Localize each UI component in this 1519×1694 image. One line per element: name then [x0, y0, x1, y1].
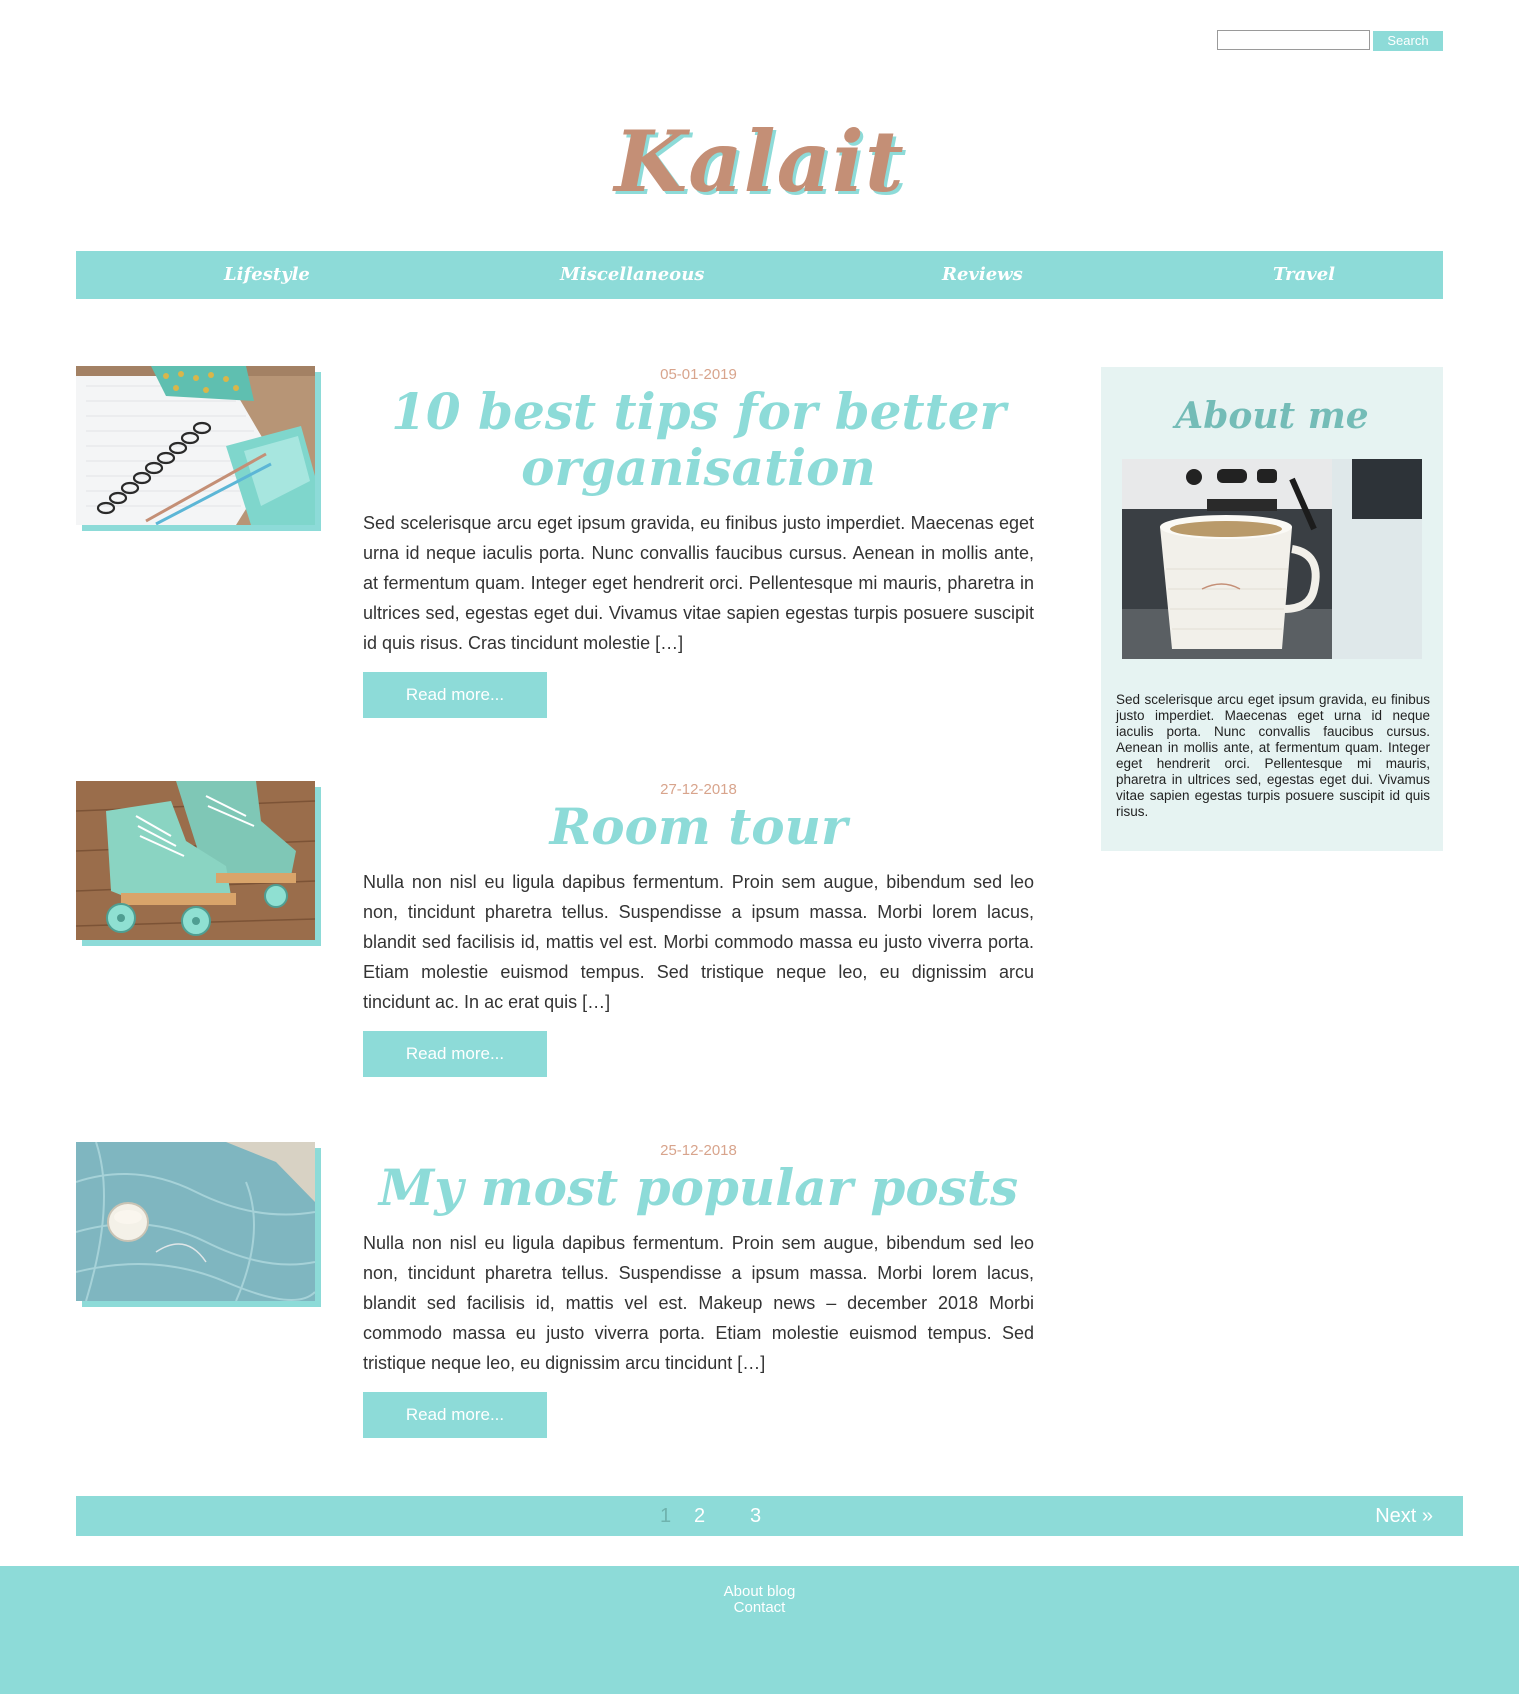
notebook-image[interactable] [76, 366, 315, 525]
nav-item-travel[interactable]: Travel [1273, 251, 1335, 299]
search-button[interactable]: Search [1373, 31, 1443, 51]
post-title[interactable]: Room tour [363, 799, 1034, 855]
post-thumbnail[interactable] [76, 1142, 321, 1307]
site-logo[interactable]: Kalait [0, 112, 1519, 211]
page-3-link[interactable]: 3 [750, 1496, 761, 1536]
sidebar-text: Sed scelerisque arcu eget ipsum gravida,… [1116, 692, 1430, 819]
coffee-machine-image [1122, 459, 1422, 659]
page-2-link[interactable]: 2 [694, 1496, 705, 1536]
nav-item-reviews[interactable]: Reviews [942, 251, 1023, 299]
footer-links: About blog Contact [0, 1584, 1519, 1616]
nav-item-lifestyle[interactable]: Lifestyle [224, 251, 310, 299]
nav-item-miscellaneous[interactable]: Miscellaneous [560, 251, 704, 299]
search-input[interactable] [1217, 30, 1370, 50]
read-more-button[interactable]: Read more... [363, 672, 547, 718]
read-more-button[interactable]: Read more... [363, 1392, 547, 1438]
post-content: 25-12-2018 My most popular posts Nulla n… [363, 1142, 1034, 1438]
post-excerpt: Nulla non nisl eu ligula dapibus ferment… [363, 1233, 1034, 1373]
post-content: 27-12-2018 Room tour Nulla non nisl eu l… [363, 781, 1034, 1077]
blanket-candle-image[interactable] [76, 1142, 315, 1301]
pagination-bar: 1 2 3 Next » [76, 1496, 1463, 1536]
footer-link-contact[interactable]: Contact [0, 1600, 1519, 1616]
about-me-widget: About me Sed scelerisque arcu eget ipsum… [1101, 367, 1443, 851]
footer-link-about-blog[interactable]: About blog [0, 1584, 1519, 1600]
post-title[interactable]: My most popular posts [363, 1160, 1034, 1216]
main-nav: Lifestyle Miscellaneous Reviews Travel [76, 251, 1443, 299]
post-excerpt: Nulla non nisl eu ligula dapibus ferment… [363, 872, 1034, 1012]
roller-skates-image[interactable] [76, 781, 315, 940]
read-more-button[interactable]: Read more... [363, 1031, 547, 1077]
page-1-link[interactable]: 1 [660, 1496, 671, 1536]
post-title[interactable]: 10 best tips for better organisation [363, 384, 1034, 496]
post-thumbnail[interactable] [76, 781, 321, 946]
next-page-link[interactable]: Next » [1375, 1496, 1433, 1536]
post-content: 05-01-2019 10 best tips for better organ… [363, 366, 1034, 718]
post-thumbnail[interactable] [76, 366, 321, 531]
site-footer: About blog Contact [0, 1566, 1519, 1694]
post-excerpt: Sed scelerisque arcu eget ipsum gravida,… [363, 513, 1034, 653]
sidebar-title: About me [1175, 395, 1369, 437]
